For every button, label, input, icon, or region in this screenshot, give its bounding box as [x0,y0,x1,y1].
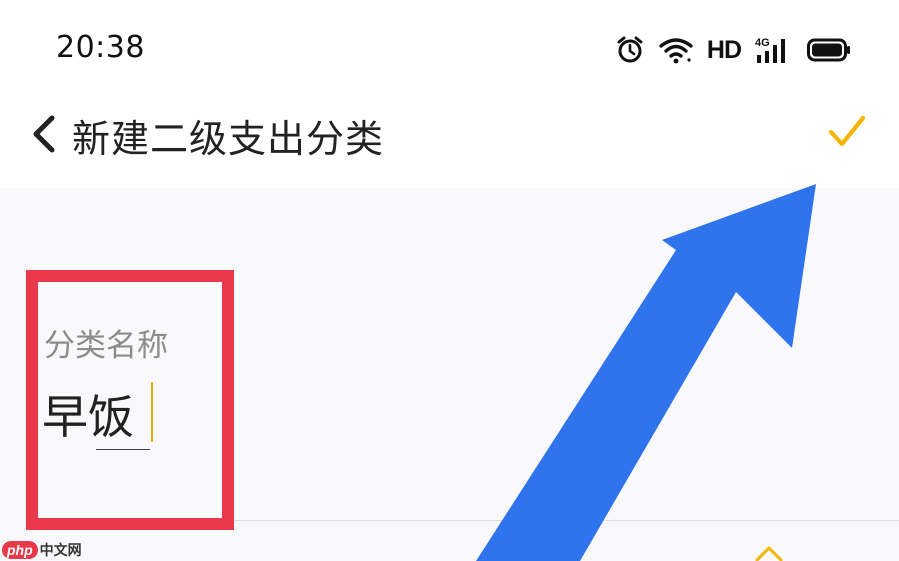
chevron-up-icon[interactable] [754,545,784,561]
status-time: 20:38 [56,30,145,65]
signal-icon: 4G [755,37,785,63]
status-icons: HD 4G [615,32,851,68]
confirm-button[interactable] [826,112,868,152]
nav-header: 新建二级支出分类 [0,100,899,188]
network-type-label: 4G [755,37,770,49]
app-screen: 20:38 HD 4G 新建二级支出分类 分类名称 早饭 php 中文网 [0,0,899,561]
wifi-icon [659,38,693,64]
status-bar: 20:38 HD 4G [0,0,899,100]
network-hd-label: HD [706,35,742,64]
watermark-text: 中文网 [39,543,82,559]
checkmark-icon [828,115,866,147]
annotation-highlight-box [26,270,234,530]
chevron-left-icon [33,115,55,153]
battery-icon [807,38,850,62]
back-button[interactable] [24,110,64,158]
watermark-logo: php [2,541,38,559]
page-title: 新建二级支出分类 [72,117,385,161]
watermark: php 中文网 [2,540,82,560]
alarm-icon [617,36,643,63]
